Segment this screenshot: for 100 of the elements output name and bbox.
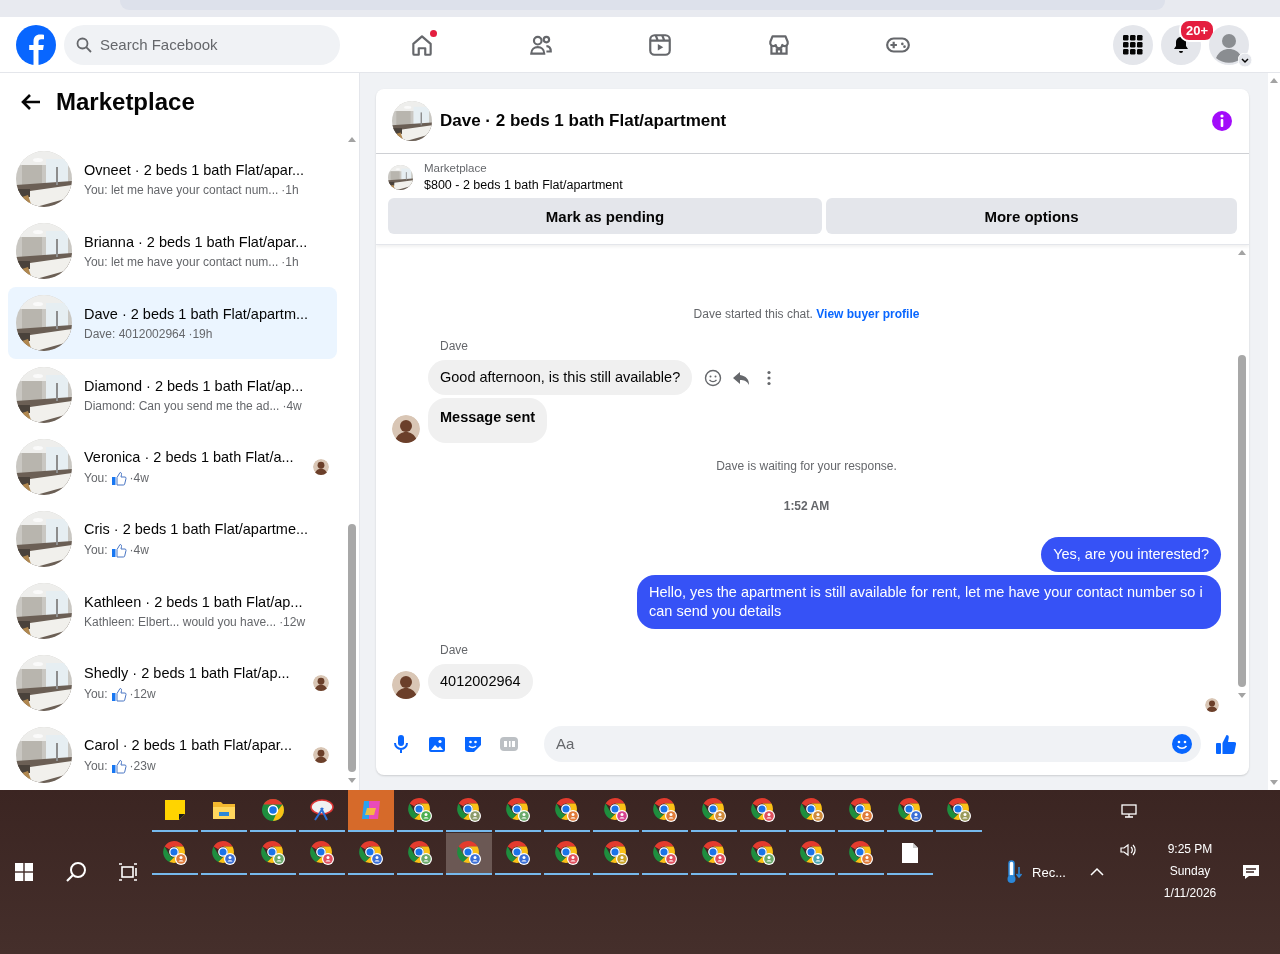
network-icon[interactable] (1121, 804, 1137, 818)
browser-profile-icon (260, 840, 286, 866)
conversation-item[interactable]: Ovneet · 2 beds 1 bath Flat/apar... You: let me have your contact num... ·1h (8, 143, 337, 215)
message-bubble: Yes, are you interested? (1041, 537, 1221, 572)
buyer-profile-link[interactable]: View buyer profile (816, 307, 920, 321)
sender-name: Dave (440, 643, 468, 657)
windows-icon (15, 863, 33, 881)
conversation-title: Brianna · 2 beds 1 bath Flat/apar... (84, 233, 309, 250)
browser-profile-icon (505, 797, 531, 823)
task-view-icon (118, 863, 138, 881)
browser-profile-icon (652, 797, 678, 823)
browser-profile-icon (554, 840, 580, 866)
clock-day[interactable]: Sunday (1169, 864, 1211, 878)
notification-center-icon[interactable] (1242, 864, 1260, 880)
chat-notice: Dave is waiting for your response. (716, 459, 897, 473)
browser-profile-icon (799, 797, 825, 823)
message-time: ·4w (129, 470, 149, 485)
browser-profile-icon (554, 797, 580, 823)
browser-profile-icon (505, 840, 531, 866)
listing-name[interactable]: $800 - 2 beds 1 bath Flat/apartment (424, 178, 623, 192)
message-bubble: Hello, yes the apartment is still available for rent, let me have your contact number so i can send you details (637, 575, 1221, 629)
clock-date[interactable]: 1/11/2026 (1163, 886, 1217, 900)
menu-button[interactable] (1113, 24, 1153, 65)
browser-profile-icon (946, 797, 972, 823)
video-icon (646, 31, 673, 58)
browser-profile-icon (848, 797, 874, 823)
conversation-title: Diamond · 2 beds 1 bath Flat/ap... (84, 377, 305, 394)
like-icon[interactable] (1215, 732, 1237, 755)
browser-profile-icon (456, 797, 482, 823)
conversation-title: Cris · 2 beds 1 bath Flat/apartme... (84, 520, 310, 537)
message-time: ·1h (281, 182, 299, 197)
info-icon[interactable] (1211, 110, 1233, 132)
browser-profile-icon (897, 797, 923, 823)
conversation-title: Carol · 2 beds 1 bath Flat/apar... (84, 736, 293, 753)
browser-profile-icon (603, 797, 629, 823)
clock-time[interactable]: 9:25 PM (1167, 842, 1213, 856)
conversation-item[interactable]: Kathleen · 2 beds 1 bath Flat/ap... Kathleen: Elbert... would you have... ·12w (8, 575, 337, 647)
browser-profile-icon (162, 840, 188, 866)
avatar-icon (392, 671, 420, 699)
action-button[interactable]: Mark as pending (388, 198, 822, 234)
message-preview: You: (84, 470, 108, 485)
browser-profile-icon (407, 840, 433, 866)
emoji-icon[interactable] (704, 368, 723, 387)
sender-name: Dave (440, 339, 468, 353)
message-preview: You: (84, 758, 108, 773)
message-time: ·4w (282, 398, 302, 413)
sticky-note-icon (164, 799, 186, 821)
message-preview: You: let me have your contact num... (84, 254, 279, 269)
chat-timestamp: 1:52 AM (783, 499, 830, 513)
avatar-icon (392, 415, 420, 443)
browser-profile-icon (701, 797, 727, 823)
chevron-up-icon[interactable] (1090, 867, 1104, 877)
browser-profile-icon (603, 840, 629, 866)
browser-profile-icon (358, 840, 384, 866)
conversation-title: Kathleen · 2 beds 1 bath Flat/ap... (84, 593, 304, 610)
message-time: ·19h (188, 326, 213, 341)
facebook-logo[interactable] (16, 24, 56, 65)
copilot-icon (359, 798, 383, 822)
message-preview: Dave: 4012002964 (84, 326, 186, 341)
emoji-icon[interactable] (1171, 732, 1193, 755)
conversation-item[interactable]: Diamond · 2 beds 1 bath Flat/ap... Diamond: Can you send me the ad... ·4w (8, 359, 337, 431)
message-time: ·4w (129, 542, 149, 557)
browser-profile-icon (799, 840, 825, 866)
conversation-item[interactable]: Cris · 2 beds 1 bath Flat/apartme... You: ·4w (8, 503, 337, 575)
browser-profile-icon (701, 840, 727, 866)
message-time: ·12w (129, 686, 156, 701)
weather-text[interactable]: Rec... (1032, 864, 1066, 880)
folder-icon (212, 799, 236, 821)
browser-profile-button[interactable] (446, 833, 492, 875)
action-button[interactable]: More options (826, 198, 1237, 234)
message-preview: You: (84, 686, 108, 701)
browser-profile-icon (456, 840, 482, 866)
message-preview: Diamond: Can you send me the ad... (84, 398, 280, 413)
search-icon (65, 861, 87, 883)
conversation-item[interactable]: Dave · 2 beds 1 bath Flat/apartm... Dave: 4012002964 ·19h (8, 287, 337, 359)
browser-profile-icon (407, 797, 433, 823)
conversation-item[interactable]: Veronica · 2 beds 1 bath Flat/a... You: ·4w (8, 431, 337, 503)
message-preview: Kathleen: Elbert... would you have... (84, 614, 277, 629)
volume-icon[interactable] (1120, 843, 1138, 857)
scissors-icon (309, 798, 335, 822)
scrollbar-thumb[interactable] (1238, 355, 1246, 687)
message-bubble: 4012002964 (428, 664, 533, 699)
avatar-icon (313, 747, 329, 763)
chevron-down-icon (1238, 52, 1252, 67)
avatar-icon (313, 459, 329, 475)
bell-icon (1171, 34, 1191, 55)
conversation-item[interactable]: Brianna · 2 beds 1 bath Flat/apar... You: let me have your contact num... ·1h (8, 215, 337, 287)
message-field[interactable]: Aa (544, 725, 1201, 762)
scrollbar-thumb[interactable] (348, 524, 356, 772)
account-button[interactable] (1209, 24, 1249, 65)
conversation-item[interactable]: Carol · 2 beds 1 bath Flat/apar... You: ·23w (8, 719, 337, 791)
conversation-title: Shedly · 2 beds 1 bath Flat/ap... (84, 664, 291, 681)
conversation-item[interactable]: Shedly · 2 beds 1 bath Flat/ap... You: ·12w (8, 647, 337, 719)
avatar-icon (313, 675, 329, 691)
search-field[interactable]: Search Facebook (64, 24, 340, 65)
browser-profile-icon (750, 840, 776, 866)
browser-profile-icon (309, 840, 335, 866)
conversation-title: Ovneet · 2 beds 1 bath Flat/apar... (84, 161, 306, 178)
conversation-title: Dave · 2 beds 1 bath Flat/apartm... (84, 305, 310, 322)
grid-icon (1123, 34, 1143, 55)
